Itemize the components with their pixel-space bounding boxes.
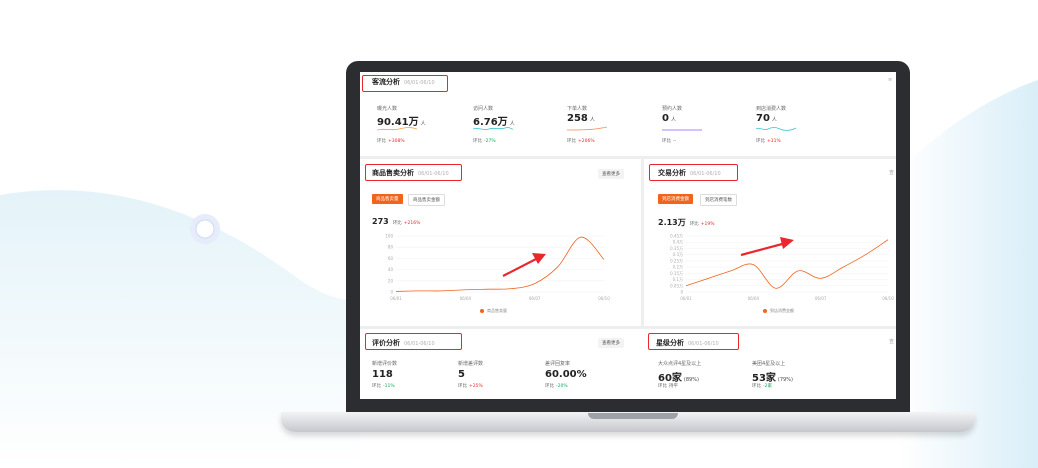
sales-x-tick-label: 06/07 [529, 296, 541, 301]
reservations-value: 0人 [662, 113, 676, 124]
new-reviews-label: 新增评价数 [372, 361, 398, 367]
review-more-button[interactable]: 查看更多 [598, 338, 624, 348]
sales-x-tick-label: 06/01 [390, 296, 402, 301]
trade-annotation-arrow [740, 237, 794, 257]
sales-y-tick-label: 80 [388, 245, 394, 250]
trade-value: 2.13万 环比 +19% [658, 218, 715, 227]
reply-rate-value: 60.00% [545, 369, 587, 380]
orders-sparkline [567, 126, 607, 131]
tab-trade-count[interactable]: 到店消费笔数 [700, 194, 737, 206]
trade-y-tick-label: 0 [680, 290, 683, 295]
reservations-sparkline [662, 129, 702, 131]
trade-more-partial[interactable]: 查 [889, 169, 894, 176]
trade-y-tick-label: 0.2万 [673, 265, 683, 270]
tab-sales-amount[interactable]: 商品售卖金额 [408, 194, 445, 206]
trade-x-tick-label: 06/01 [680, 296, 692, 301]
trade-legend-dot [763, 309, 767, 313]
meituan-value: 53家 (79%) [752, 373, 793, 384]
instore-sparkline [756, 127, 796, 131]
sales-x-tick-label: 06/10 [598, 296, 610, 301]
trade-y-tick-label: 0.35万 [670, 246, 683, 251]
meituan-change: 环比 -2家 [752, 384, 772, 389]
rating-more-partial[interactable]: 查 [889, 338, 894, 345]
tab-sales-quantity[interactable]: 商品售卖量 [372, 194, 403, 204]
sales-highlight-box [365, 164, 462, 181]
instore-change: 环比 +11% [756, 139, 781, 144]
dashboard-screen: 客流分析 06/01-06/10 ≡ 曝光人数 90.41万人 环比 +308% 访… [360, 72, 896, 399]
trade-y-tick-label: 0.15万 [670, 271, 683, 276]
trade-x-tick-label: 06/07 [815, 296, 827, 301]
visitors-change: 环比 -27% [473, 139, 496, 144]
dianping-value: 60家 (89%) [658, 373, 699, 384]
dianping-label: 大众点评4星及以上 [658, 361, 702, 367]
sales-y-tick-label: 20 [388, 278, 394, 283]
orders-change: 环比 +206% [567, 139, 595, 144]
new-reviews-change: 环比 -11% [372, 384, 395, 389]
tab-trade-amount[interactable]: 到店消费金额 [658, 194, 693, 204]
exposure-sparkline [377, 127, 417, 131]
divider-top [360, 156, 896, 159]
visitors-label: 访问人数 [473, 106, 494, 112]
visitors-sparkline [473, 127, 513, 130]
new-bad-reviews-value: 5 [458, 369, 465, 380]
orders-label: 下单人数 [567, 106, 588, 112]
sales-y-tick-label: 0 [390, 290, 393, 295]
trade-x-tick-label: 06/10 [882, 296, 894, 301]
instore-label: 到店消费人数 [756, 106, 787, 112]
new-bad-reviews-label: 新增差评数 [458, 361, 484, 367]
dianping-change: 环比 持平 [658, 384, 678, 389]
trade-y-tick-label: 0.45万 [670, 234, 683, 239]
rating-highlight-box [648, 333, 739, 350]
sales-line-chart: 100 80 60 40 20 006/01 06/04 06/07 06/10 [385, 234, 610, 302]
reservations-label: 预约人数 [662, 106, 683, 112]
traffic-edge-mark: ≡ [888, 77, 893, 83]
divider-middle [641, 159, 644, 329]
sales-y-tick-label: 100 [385, 234, 393, 239]
exposure-change: 环比 +308% [377, 139, 405, 144]
trade-y-tick-label: 0.25万 [670, 258, 683, 263]
reply-rate-change: 环比 -20% [545, 384, 568, 389]
new-reviews-value: 118 [372, 369, 393, 380]
review-highlight-box [365, 333, 462, 350]
sales-legend-dot [480, 309, 484, 313]
sales-annotation-arrow [502, 253, 546, 277]
divider-bottom [360, 326, 896, 329]
sales-more-button[interactable]: 查看更多 [598, 169, 624, 179]
reservations-change: 环比 -- [662, 139, 677, 144]
trade-y-tick-label: 0.05万 [670, 283, 683, 288]
instore-value: 70 人 [756, 113, 777, 124]
laptop-notch [588, 413, 678, 419]
trade-highlight-box [649, 164, 738, 181]
meituan-label: 美团4星及以上 [752, 361, 786, 367]
sales-x-tick-label: 06/04 [460, 296, 472, 301]
orders-value: 258 人 [567, 113, 595, 124]
trade-y-tick-label: 0.1万 [673, 277, 683, 282]
trade-y-tick-label: 0.4万 [673, 240, 683, 245]
sales-legend: 商品售卖量 [480, 308, 507, 314]
exposure-label: 曝光人数 [377, 106, 398, 112]
sales-y-tick-label: 60 [388, 256, 394, 261]
trade-x-tick-label: 06/04 [748, 296, 760, 301]
reply-rate-label: 差评回复率 [545, 361, 571, 367]
new-bad-reviews-change: 环比 +25% [458, 384, 483, 389]
trade-legend: 到店消费金额 [763, 308, 794, 314]
sales-value: 273 环比 +216% [372, 217, 421, 226]
sales-y-tick-label: 40 [388, 267, 394, 272]
trade-y-tick-label: 0.3万 [673, 252, 683, 257]
traffic-highlight-box [362, 75, 448, 92]
